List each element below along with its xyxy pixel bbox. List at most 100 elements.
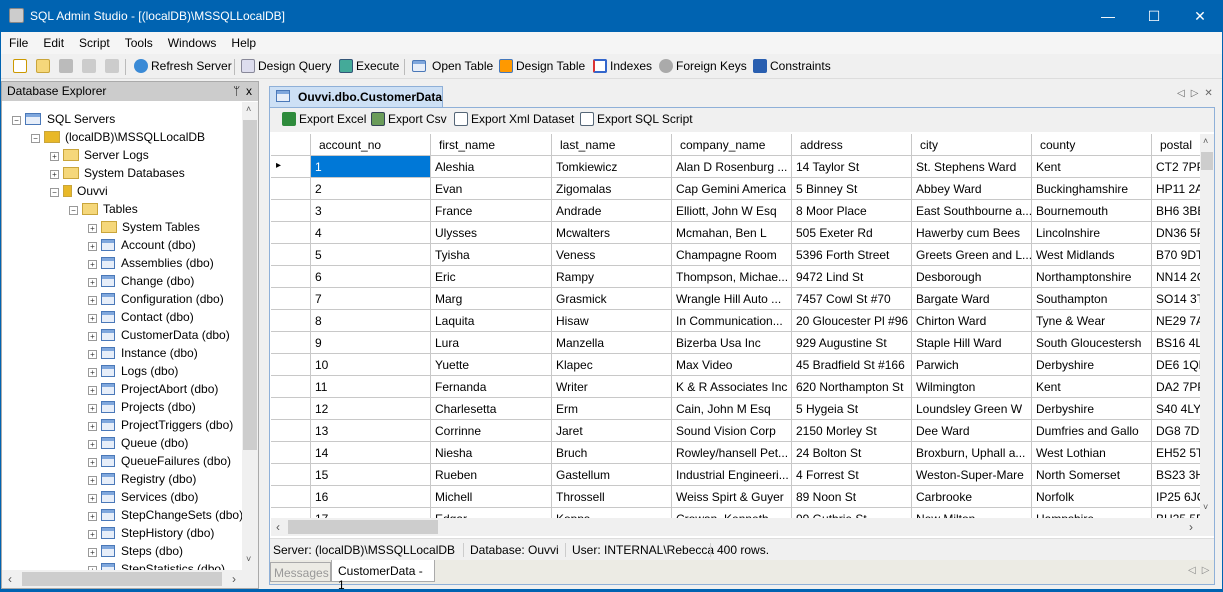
grid-cell-company_name[interactable]: Rowley/hansell Pet... (672, 442, 792, 464)
tree-node[interactable]: + Configuration (dbo) (88, 290, 224, 308)
grid-cell-account_no[interactable]: 3 (311, 200, 431, 222)
minimize-button[interactable]: — (1085, 0, 1131, 32)
grid-cell-address[interactable]: 24 Bolton St (792, 442, 912, 464)
grid-cell-county[interactable]: Bournemouth (1032, 200, 1152, 222)
grid-cell-address[interactable]: 5 Hygeia St (792, 398, 912, 420)
indexes-button[interactable]: Indexes (593, 59, 652, 73)
grid-cell-city[interactable]: Weston-Super-Mare (912, 464, 1032, 486)
menu-edit[interactable]: Edit (35, 32, 71, 50)
grid-cell-account_no[interactable]: 15 (311, 464, 431, 486)
grid-cell-last_name[interactable]: Erm (552, 398, 672, 420)
grid-cell-last_name[interactable]: Hisaw (552, 310, 672, 332)
grid-cell-last_name[interactable]: Jaret (552, 420, 672, 442)
grid-cell-address[interactable]: 7457 Cowl St #70 (792, 288, 912, 310)
grid-cell-city[interactable]: New Milton (912, 508, 1032, 518)
tree-horizontal-scrollbar[interactable]: ‹ › (2, 570, 258, 588)
grid-cell-first_name[interactable]: Ulysses (431, 222, 552, 244)
expand-icon[interactable]: + (88, 440, 97, 449)
expand-icon[interactable]: + (88, 350, 97, 359)
grid-cell-last_name[interactable]: Throssell (552, 486, 672, 508)
grid-cell-address[interactable]: 2150 Morley St (792, 420, 912, 442)
collapse-icon[interactable]: − (69, 206, 78, 215)
grid-cell-address[interactable]: 929 Augustine St (792, 332, 912, 354)
tree-node[interactable]: − Ouvvi (50, 182, 108, 200)
grid-cell-account_no[interactable]: 14 (311, 442, 431, 464)
tab-messages[interactable]: Messages (270, 562, 331, 582)
tree-node[interactable]: + CustomerData (dbo) (88, 326, 230, 344)
grid-cell-county[interactable]: Derbyshire (1032, 398, 1152, 420)
expand-icon[interactable]: + (88, 278, 97, 287)
grid-cell-company_name[interactable]: In Communication... (672, 310, 792, 332)
column-header-city[interactable]: city (912, 134, 1032, 156)
grid-cell-account_no[interactable]: 13 (311, 420, 431, 442)
grid-hscroll-thumb[interactable] (288, 520, 438, 534)
grid-cell-city[interactable]: East Southbourne a... (912, 200, 1032, 222)
grid-cell-account_no[interactable]: 7 (311, 288, 431, 310)
grid-cell-city[interactable]: Wilmington (912, 376, 1032, 398)
grid-cell-first_name[interactable]: Charlesetta (431, 398, 552, 420)
tree-node[interactable]: + Logs (dbo) (88, 362, 178, 380)
grid-cell-address[interactable]: 505 Exeter Rd (792, 222, 912, 244)
grid-cell-first_name[interactable]: Laquita (431, 310, 552, 332)
tab-customerdata[interactable]: Ouvvi.dbo.CustomerData (269, 86, 443, 107)
expand-icon[interactable]: + (88, 530, 97, 539)
grid-cell-postal[interactable]: IP25 6JQ (1152, 486, 1200, 508)
column-header-county[interactable]: county (1032, 134, 1152, 156)
expand-icon[interactable]: + (88, 404, 97, 413)
grid-cell-postal[interactable]: HP11 2AX (1152, 178, 1200, 200)
tree-node[interactable]: + ProjectTriggers (dbo) (88, 416, 233, 434)
export-xml-button[interactable]: Export Xml Dataset (454, 112, 574, 126)
column-header-first_name[interactable]: first_name (431, 134, 552, 156)
grid-cell-company_name[interactable]: K & R Associates Inc (672, 376, 792, 398)
grid-cell-city[interactable]: Parwich (912, 354, 1032, 376)
grid-cell-company_name[interactable]: Thompson, Michae... (672, 266, 792, 288)
row-header[interactable]: ▸ (271, 156, 311, 178)
pin-icon[interactable]: ᛘ (233, 84, 240, 98)
tree-node[interactable]: + Change (dbo) (88, 272, 194, 290)
grid-cell-postal[interactable]: NN14 2GH (1152, 266, 1200, 288)
foreign-keys-button[interactable]: Foreign Keys (659, 59, 747, 73)
grid-cell-city[interactable]: Loundsley Green W (912, 398, 1032, 420)
grid-cell-city[interactable]: Bargate Ward (912, 288, 1032, 310)
grid-cell-account_no[interactable]: 2 (311, 178, 431, 200)
grid-cell-company_name[interactable]: Champagne Room (672, 244, 792, 266)
grid-cell-county[interactable]: Kent (1032, 376, 1152, 398)
grid-cell-last_name[interactable]: Rampy (552, 266, 672, 288)
grid-cell-postal[interactable]: DG8 7DE (1152, 420, 1200, 442)
expand-icon[interactable]: + (88, 224, 97, 233)
expand-icon[interactable]: + (50, 152, 59, 161)
grid-cell-company_name[interactable]: Cap Gemini America (672, 178, 792, 200)
grid-cell-postal[interactable]: CT2 7PP (1152, 156, 1200, 178)
refresh-server-button[interactable]: Refresh Server (134, 59, 232, 73)
grid-cell-last_name[interactable]: Mcwalters (552, 222, 672, 244)
collapse-icon[interactable]: − (50, 188, 59, 197)
grid-cell-account_no[interactable]: 5 (311, 244, 431, 266)
grid-cell-address[interactable]: 14 Taylor St (792, 156, 912, 178)
menu-help[interactable]: Help (223, 32, 263, 50)
row-header[interactable] (271, 244, 311, 266)
tree-node[interactable]: + Queue (dbo) (88, 434, 188, 452)
grid-cell-first_name[interactable]: Michell (431, 486, 552, 508)
tree-node[interactable]: + StepChangeSets (dbo) (88, 506, 242, 524)
tree-node[interactable]: + Steps (dbo) (88, 542, 183, 560)
tree-node[interactable]: − SQL Servers (12, 110, 115, 128)
grid-cell-county[interactable]: South Gloucestersh (1032, 332, 1152, 354)
tree-node[interactable]: − (localDB)\MSSQLLocalDB (31, 128, 205, 146)
grid-cell-address[interactable]: 20 Gloucester Pl #96 (792, 310, 912, 332)
tree-node[interactable]: + Server Logs (50, 146, 149, 164)
row-header[interactable] (271, 420, 311, 442)
grid-cell-address[interactable]: 5 Binney St (792, 178, 912, 200)
grid-cell-last_name[interactable]: Writer (552, 376, 672, 398)
grid-cell-county[interactable]: North Somerset (1032, 464, 1152, 486)
menu-file[interactable]: File (1, 32, 35, 50)
grid-cell-account_no[interactable]: 8 (311, 310, 431, 332)
grid-cell-company_name[interactable]: Cain, John M Esq (672, 398, 792, 420)
column-header-address[interactable]: address (792, 134, 912, 156)
grid-cell-address[interactable]: 99 Guthrie St (792, 508, 912, 518)
grid-cell-postal[interactable]: S40 4LY (1152, 398, 1200, 420)
expand-icon[interactable]: + (88, 368, 97, 377)
grid-cell-last_name[interactable]: Manzella (552, 332, 672, 354)
grid-cell-postal[interactable]: B70 9DT (1152, 244, 1200, 266)
menu-script[interactable]: Script (71, 32, 117, 50)
grid-cell-account_no[interactable]: 17 (311, 508, 431, 518)
